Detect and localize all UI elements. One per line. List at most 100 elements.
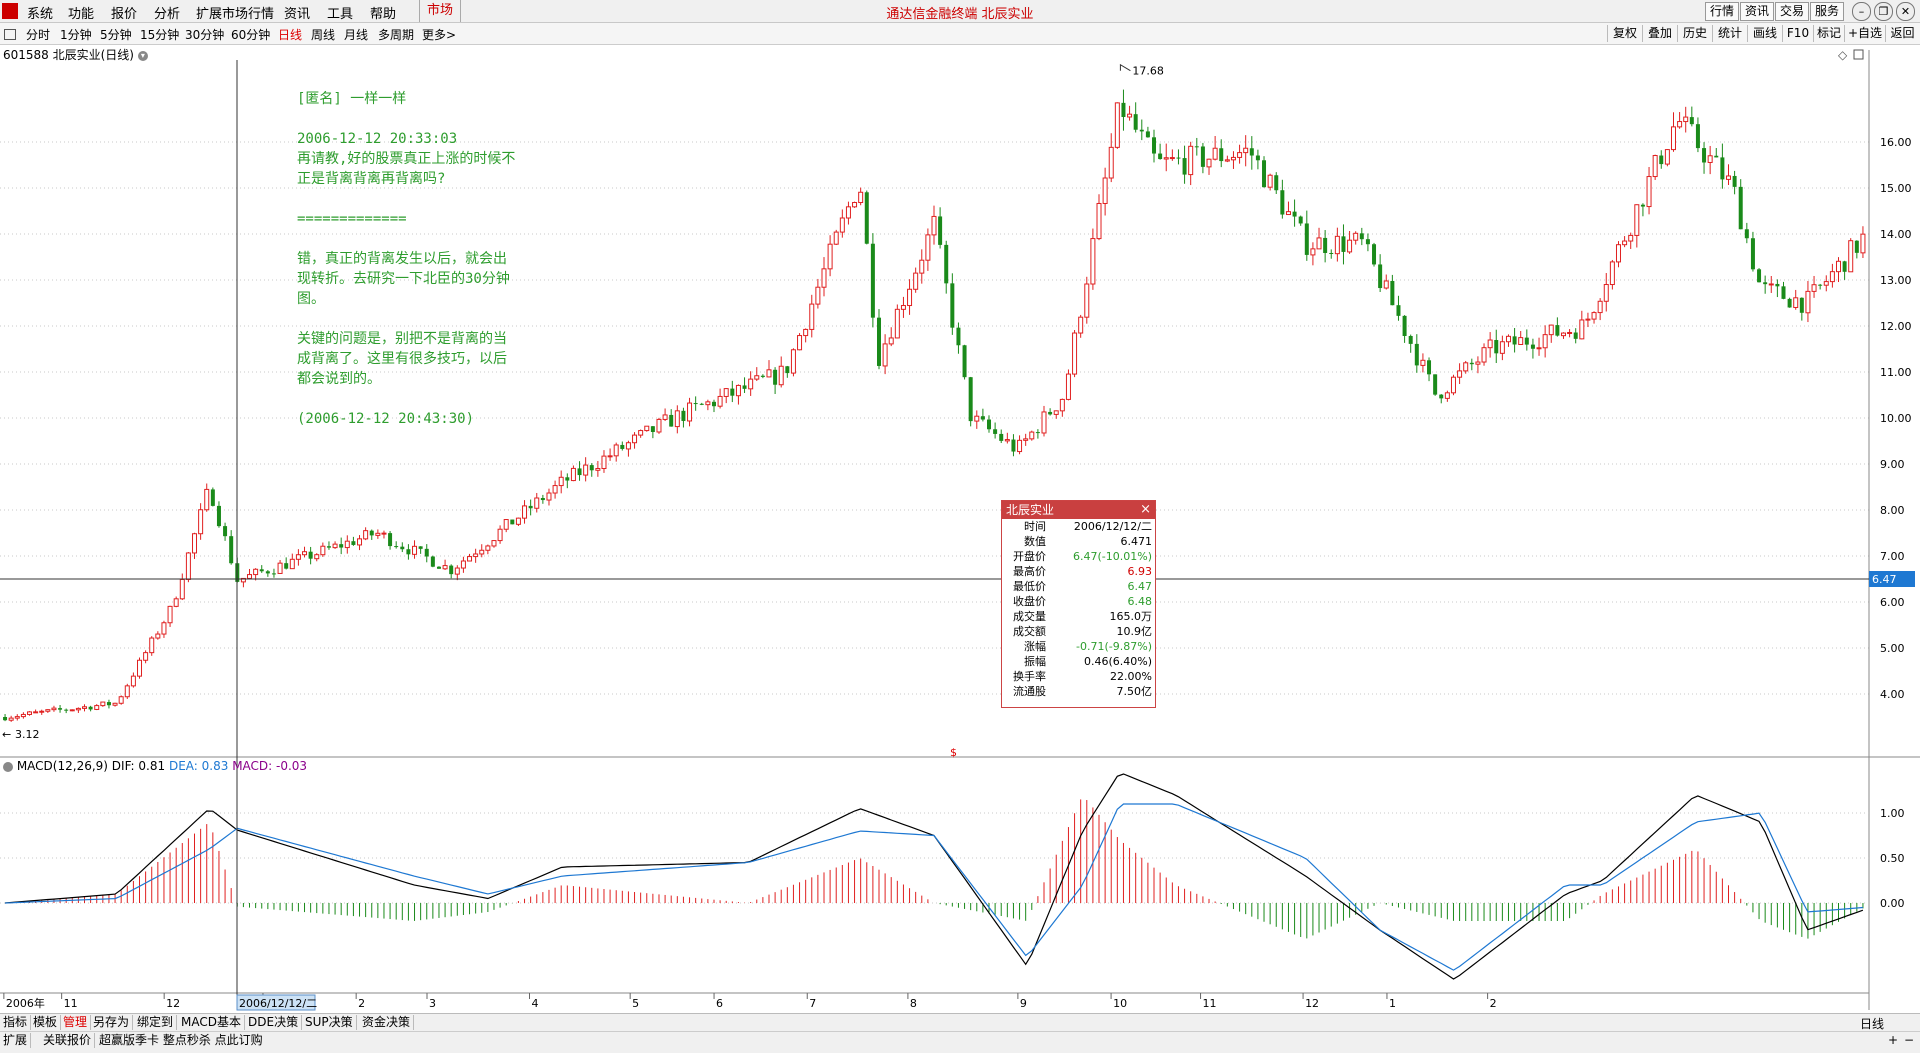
macd-grid [0, 812, 1869, 904]
candle-up [69, 709, 75, 712]
candle-up [1628, 234, 1634, 242]
candle-up [1481, 347, 1487, 363]
candle-up [1053, 410, 1059, 415]
note-gap [297, 109, 517, 129]
tab-fund[interactable]: 资金决策 [359, 1015, 415, 1030]
tab-dde[interactable]: DDE决策 [245, 1015, 303, 1030]
candle-up [1591, 312, 1597, 320]
row-value: 10.9亿 [1116, 625, 1153, 638]
candle-down [351, 541, 356, 545]
candle-down [1750, 238, 1755, 270]
candle-up [778, 365, 784, 386]
candle-up [656, 418, 662, 433]
data-window-row: 成交额 10.9亿 [1002, 624, 1155, 639]
candle-down [620, 444, 625, 449]
tab-macd-basic[interactable]: MACD基本 [178, 1015, 245, 1030]
tab-bind[interactable]: 绑定到 [134, 1015, 178, 1030]
macd-tick: 0.00 [1880, 897, 1905, 910]
candle-up [375, 532, 381, 536]
tab-extend[interactable]: 扩展 [0, 1033, 32, 1048]
price-tick: 8.00 [1880, 504, 1905, 517]
data-window-row: 开盘价 6.47(-10.01%) [1002, 549, 1155, 564]
indicator-tabs: 指标 模板 管理 另存为 绑定到 MACD基本 DDE决策 SUP决策 资金决策… [0, 1013, 1920, 1031]
candle-up [1585, 318, 1591, 321]
candle-up [1505, 335, 1511, 343]
candle-up [1224, 159, 1230, 162]
candle-up [534, 497, 540, 509]
time-label: 2 [1490, 997, 1497, 1010]
data-window[interactable]: 北辰实业 × 时间 2006/12/12/二 数值 6.471 开盘价 6.47(-10.… [1001, 500, 1156, 708]
promo-link[interactable]: 超赢版季卡 整点秒杀 点此订购 [96, 1033, 266, 1048]
diamond-icon[interactable]: ◇ [1838, 48, 1848, 62]
candle-up [1017, 439, 1023, 453]
candle-up [790, 349, 796, 374]
dif-value: DIF: 0.81 [111, 759, 166, 773]
candle-up [27, 711, 33, 715]
row-label: 开盘价 [1013, 550, 1046, 563]
candle-up [1072, 332, 1078, 375]
note-line: 再请教,好的股票真正上涨的时候不正是背离背离再背离吗? [297, 151, 516, 187]
candle-down [259, 569, 264, 572]
row-value: 6.471 [1120, 535, 1153, 548]
candle-up [485, 545, 491, 551]
candle-up [797, 335, 803, 351]
kline-chart[interactable]: 16.0015.0014.0013.0012.0011.0010.009.008… [0, 0, 1920, 1013]
candle-up [907, 288, 913, 307]
close-icon[interactable]: × [1140, 501, 1151, 519]
candle-up [143, 652, 149, 661]
candle-up [821, 268, 827, 288]
candle-down [1365, 239, 1370, 245]
candle-down [950, 283, 955, 328]
time-label: 6 [716, 997, 723, 1010]
data-window-header[interactable]: 北辰实业 × [1002, 501, 1155, 519]
row-label: 最高价 [1013, 565, 1046, 578]
tab-manage[interactable]: 管理 [60, 1015, 92, 1030]
candle-up [14, 716, 20, 719]
candle-up [515, 517, 521, 525]
candle-up [1237, 152, 1243, 158]
candle-up [882, 343, 888, 367]
zoom-out-button[interactable]: − [1904, 1033, 1914, 1047]
candle-down [424, 548, 429, 557]
layout-icon[interactable] [1853, 49, 1864, 60]
candle-down [1048, 411, 1053, 415]
candle-up [1860, 233, 1866, 254]
candle-down [1121, 102, 1126, 117]
candle-up [1090, 238, 1096, 285]
candle-down [1390, 280, 1395, 306]
candle-up [204, 488, 210, 511]
candle-up [277, 562, 283, 574]
candle-up [1285, 211, 1291, 216]
dropdown-icon[interactable] [3, 761, 13, 772]
tab-indicator[interactable]: 指标 [0, 1015, 32, 1030]
candle-down [229, 536, 234, 564]
candle-up [320, 545, 326, 556]
candle-up [1829, 271, 1835, 283]
data-window-row: 振幅 0.46(6.40%) [1002, 654, 1155, 669]
candle-up [546, 492, 552, 501]
candle-down [528, 505, 533, 509]
candle-up [1347, 239, 1353, 253]
note-gap [297, 229, 517, 249]
candle-down [1035, 432, 1040, 434]
candle-up [112, 702, 118, 706]
tab-save-as[interactable]: 另存为 [90, 1015, 134, 1030]
candle-up [644, 425, 650, 432]
tab-sup[interactable]: SUP决策 [302, 1015, 357, 1030]
candle-down [1219, 148, 1224, 162]
candle-up [1041, 411, 1047, 434]
note-line: 2006-12-12 20:33:03 [297, 131, 458, 147]
candle-down [1524, 337, 1529, 345]
candle-down [1818, 284, 1823, 286]
zoom-in-button[interactable]: + [1888, 1033, 1898, 1047]
row-value: 6.93 [1127, 565, 1153, 578]
data-window-row: 数值 6.471 [1002, 534, 1155, 549]
candle-down [1640, 204, 1645, 207]
candle-up [357, 538, 363, 546]
tab-linked-quote[interactable]: 关联报价 [40, 1033, 96, 1048]
row-value: 6.48 [1127, 595, 1153, 608]
price-tick: 16.00 [1880, 136, 1912, 149]
macd-label: MACD(12,26,9) [16, 759, 108, 773]
candle-up [717, 395, 723, 407]
tab-template[interactable]: 模板 [30, 1015, 62, 1030]
